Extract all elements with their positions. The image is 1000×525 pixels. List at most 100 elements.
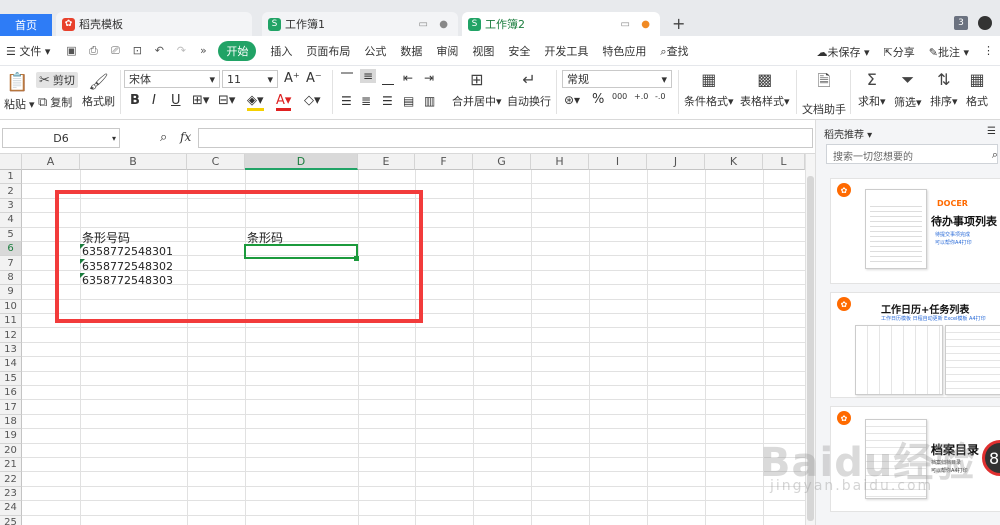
formula-input[interactable] (198, 128, 813, 148)
align-right-icon[interactable]: ☰ (382, 94, 393, 108)
template-card-todo[interactable]: ✿ DOCER 待办事项列表 待提交事项完成 可以帮你A4打印 (830, 178, 1000, 284)
print-icon[interactable]: ⎚ (108, 44, 122, 58)
new-tab-button[interactable]: + (672, 14, 685, 33)
row-header-9[interactable]: 9 (0, 285, 22, 300)
menu-page-layout[interactable]: 页面布局 (306, 43, 350, 59)
zoom-search-icon[interactable]: ⌕ (160, 130, 167, 145)
clear-icon[interactable]: ◇▾ (304, 93, 321, 108)
wrap-text-button[interactable]: ↵ 自动换行 (507, 70, 551, 109)
thousands-button[interactable]: 000 (612, 92, 627, 101)
col-header-b[interactable]: B (80, 154, 187, 170)
user-avatar-icon[interactable] (978, 16, 992, 30)
align-top-icon[interactable]: ⎺ (341, 71, 353, 86)
fill-color-icon[interactable]: ◈▾ (247, 93, 264, 111)
panel-menu-icon[interactable]: ☰ (987, 126, 996, 137)
row-header-2[interactable]: 2 (0, 184, 22, 199)
tab-workbook2[interactable]: S 工作簿2 ▭ ● (462, 12, 660, 36)
row-header-12[interactable]: 12 (0, 328, 22, 343)
redo-icon[interactable]: ↷ (174, 44, 188, 58)
save-icon[interactable]: ▣ (64, 44, 78, 58)
sum-button[interactable]: Σ 求和▾ (858, 70, 886, 109)
menu-search[interactable]: ⌕查找 (660, 43, 688, 59)
menu-formulas[interactable]: 公式 (364, 43, 386, 59)
unsaved-button[interactable]: ☁未保存 ▾ (817, 44, 870, 60)
select-all-corner[interactable] (0, 154, 22, 170)
menu-insert[interactable]: 插入 (270, 43, 292, 59)
window-count-badge[interactable]: 3 (954, 16, 968, 30)
filter-button[interactable]: ⏷ 筛选▾ (894, 70, 922, 110)
col-header-a[interactable]: A (22, 154, 80, 170)
col-header-j[interactable]: J (647, 154, 705, 170)
increase-decimal-button[interactable]: +.0 (634, 92, 648, 101)
doc-assistant-button[interactable]: 🗎 文档助手 (802, 70, 846, 117)
row-header-10[interactable]: 10 (0, 299, 22, 314)
font-grow-icon[interactable]: A⁺ (284, 71, 300, 86)
row-header-7[interactable]: 7 (0, 256, 22, 271)
row-header-21[interactable]: 21 (0, 458, 22, 473)
template-card-calendar[interactable]: ✿ 工作日历+任务列表 工作日历模板 日程自动更新 Excel模板 A4打印 (830, 292, 1000, 398)
menu-data[interactable]: 数据 (400, 43, 422, 59)
tab-workbook1[interactable]: S 工作簿1 ▭ ● (262, 12, 458, 36)
font-name-select[interactable]: 宋体 ▾ (124, 70, 220, 88)
col-header-c[interactable]: C (187, 154, 245, 170)
fill-style-icon[interactable]: ⊟▾ (218, 93, 235, 108)
menu-review[interactable]: 审阅 (436, 43, 458, 59)
row-header-23[interactable]: 23 (0, 486, 22, 502)
menu-special[interactable]: 特色应用 (602, 43, 646, 59)
merge-center-button[interactable]: ⊞ 合并居中▾ (452, 70, 502, 109)
row-header-15[interactable]: 15 (0, 371, 22, 386)
sort-button[interactable]: ⇅ 排序▾ (930, 70, 958, 109)
align-left-icon[interactable]: ☰ (341, 94, 352, 108)
fx-button[interactable]: fx (180, 130, 191, 144)
conditional-format-button[interactable]: ▦ 条件格式▾ (684, 70, 734, 109)
distribute-icon[interactable]: ▥ (424, 94, 435, 108)
name-box[interactable]: D6 ▾ (2, 128, 120, 148)
col-header-e[interactable]: E (358, 154, 415, 170)
row-header-18[interactable]: 18 (0, 414, 22, 430)
table-style-button[interactable]: ▩ 表格样式▾ (740, 70, 790, 109)
more-icon[interactable]: » (196, 44, 210, 58)
menu-developer[interactable]: 开发工具 (544, 43, 588, 59)
row-header-5[interactable]: 5 (0, 227, 22, 242)
menu-security[interactable]: 安全 (508, 43, 530, 59)
decrease-decimal-button[interactable]: -.0 (655, 92, 666, 101)
align-middle-icon[interactable]: ≡ (360, 69, 377, 83)
export-icon[interactable]: ⎙ (86, 44, 100, 58)
row-header-14[interactable]: 14 (0, 357, 22, 372)
font-size-select[interactable]: 11 ▾ (222, 70, 278, 88)
row-header-22[interactable]: 22 (0, 472, 22, 487)
row-header-16[interactable]: 16 (0, 386, 22, 401)
border-icon[interactable]: ⊞▾ (192, 93, 209, 108)
align-center-icon[interactable]: ≣ (361, 94, 371, 108)
percent-button[interactable]: % (592, 92, 604, 107)
col-header-l[interactable]: L (763, 154, 805, 170)
italic-button[interactable]: I (152, 93, 156, 108)
col-header-h[interactable]: H (531, 154, 589, 170)
row-header-4[interactable]: 4 (0, 213, 22, 228)
more-options-icon[interactable]: ⋮ (983, 44, 994, 60)
col-header-d[interactable]: D (245, 154, 358, 170)
row-header-19[interactable]: 19 (0, 429, 22, 444)
row-header-3[interactable]: 3 (0, 198, 22, 214)
col-header-g[interactable]: G (473, 154, 531, 170)
font-shrink-icon[interactable]: A⁻ (306, 71, 322, 86)
currency-icon[interactable]: ⊛▾ (564, 93, 580, 107)
font-color-icon[interactable]: A▾ (276, 93, 292, 111)
tab-home[interactable]: 首页 (0, 14, 52, 36)
panel-search-input[interactable]: 搜索一切您想要的 (826, 144, 998, 164)
format-button[interactable]: ▦ 格式 (966, 70, 988, 109)
row-header-17[interactable]: 17 (0, 400, 22, 415)
paste-label-button[interactable]: 粘贴 ▾ (4, 96, 35, 112)
tab-docer-templates[interactable]: ✿ 稻壳模板 (56, 12, 252, 36)
row-header-13[interactable]: 13 (0, 342, 22, 358)
print-preview-icon[interactable]: ⊡ (130, 44, 144, 58)
row-header-1[interactable]: 1 (0, 170, 22, 185)
row-header-20[interactable]: 20 (0, 443, 22, 458)
row-header-25[interactable]: 25 (0, 515, 22, 525)
menu-view[interactable]: 视图 (472, 43, 494, 59)
undo-icon[interactable]: ↶ (152, 44, 166, 58)
row-header-6[interactable]: 6 (0, 242, 22, 257)
format-painter-button[interactable]: 🖌 格式刷 (82, 72, 115, 109)
row-header-24[interactable]: 24 (0, 501, 22, 516)
justify-icon[interactable]: ▤ (403, 94, 414, 108)
